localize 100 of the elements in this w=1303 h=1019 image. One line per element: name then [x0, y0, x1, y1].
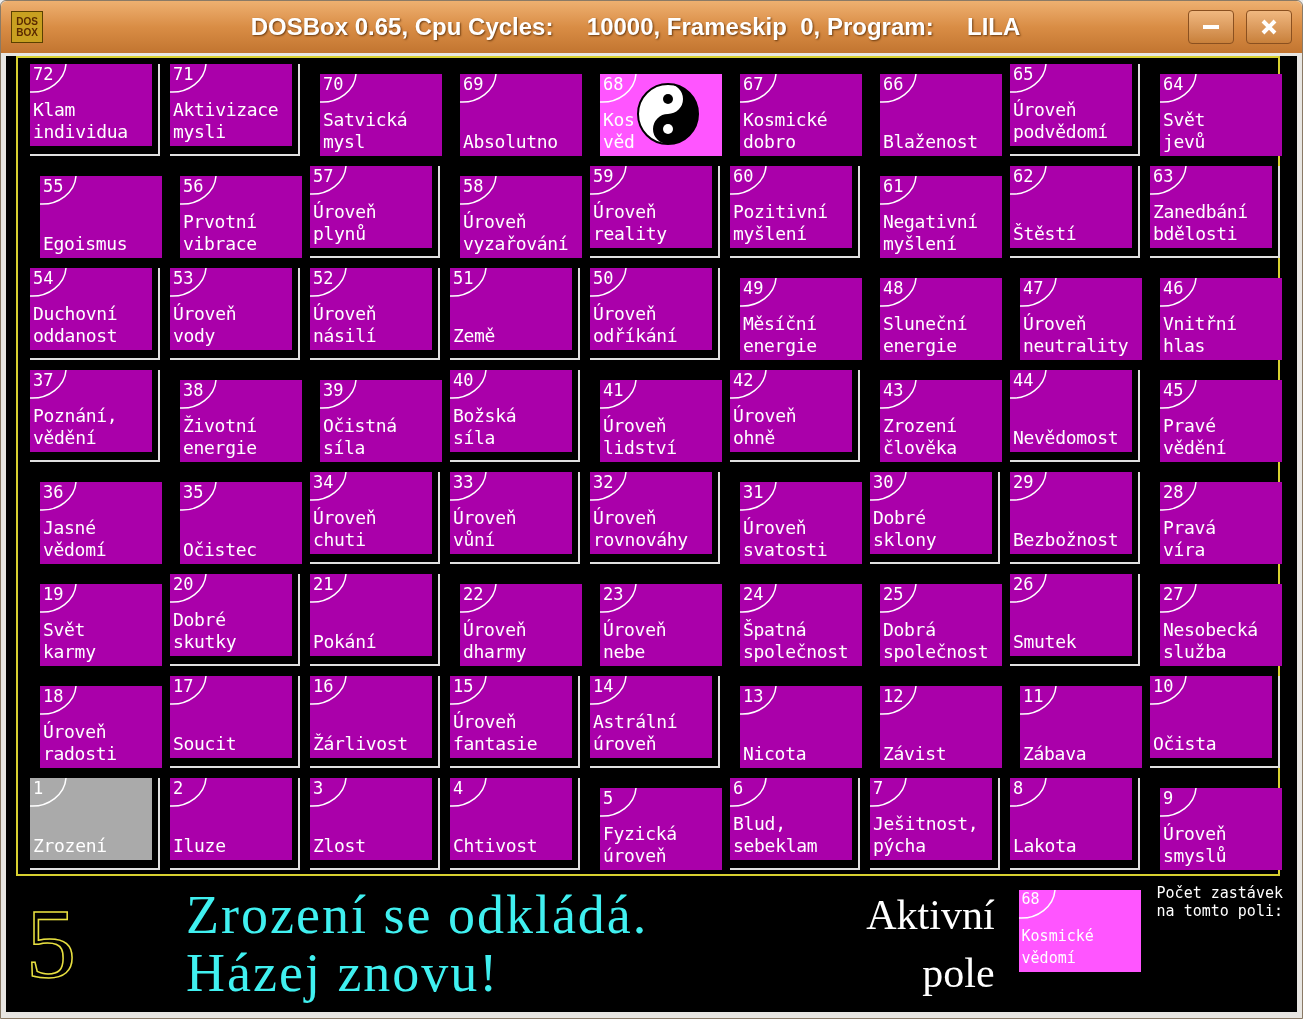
board-square[interactable]: 18 Úroveň radosti: [40, 686, 162, 768]
square-number: 46: [1163, 280, 1184, 297]
board-square[interactable]: 54 Duchovní oddanost: [30, 268, 152, 350]
board-square[interactable]: 50 Úroveň odříkání: [590, 268, 712, 350]
corner-arc: [1160, 482, 1198, 512]
board-square[interactable]: 8 Lakota: [1010, 778, 1132, 860]
board-square[interactable]: 52 Úroveň násilí: [310, 268, 432, 350]
board-square[interactable]: 71 Aktivizace mysli: [170, 64, 292, 146]
board-square[interactable]: 40 Božská síla: [450, 370, 572, 452]
close-button[interactable]: [1246, 10, 1292, 44]
board-square[interactable]: 11 Zábava: [1020, 686, 1142, 768]
board-square[interactable]: 43 Zrození člověka: [880, 380, 1002, 462]
board-square[interactable]: 15 Úroveň fantasie: [450, 676, 572, 758]
board-square[interactable]: 16 Žárlivost: [310, 676, 432, 758]
board-square[interactable]: 57 Úroveň plynů: [310, 166, 432, 248]
board-square[interactable]: 55 Egoismus: [40, 176, 162, 258]
board-square[interactable]: 6 Blud, sebeklam: [730, 778, 852, 860]
board-square[interactable]: 17 Soucit: [170, 676, 292, 758]
board-square[interactable]: 49 Měsíční energie: [740, 278, 862, 360]
board-square[interactable]: 34 Úroveň chuti: [310, 472, 432, 554]
square-number: 39: [323, 382, 344, 399]
board-square[interactable]: 25 Dobrá společnost: [880, 584, 1002, 666]
board-square[interactable]: 37 Poznání, vědění: [30, 370, 152, 452]
board-square[interactable]: 27 Nesobecká služba: [1160, 584, 1282, 666]
board-square[interactable]: 41 Úroveň lidství: [600, 380, 722, 462]
board-square[interactable]: 31 Úroveň svatosti: [740, 482, 862, 564]
board-square[interactable]: 13 Nicota: [740, 686, 862, 768]
square-label: Negativní: [883, 211, 979, 233]
square-label: Úroveň: [463, 211, 528, 233]
board-square[interactable]: 32 Úroveň rovnováhy: [590, 472, 712, 554]
board-square[interactable]: 70 Satvická mysl: [320, 74, 442, 156]
board-square[interactable]: 38 Životní energie: [180, 380, 302, 462]
board-square[interactable]: 60 Pozitivní myšlení: [730, 166, 852, 248]
square-number: 26: [1013, 576, 1034, 593]
board-square[interactable]: 45 Pravé vědění: [1160, 380, 1282, 462]
board-square[interactable]: 56 Prvotní vibrace: [180, 176, 302, 258]
board-square[interactable]: 47 Úroveň neutrality: [1020, 278, 1142, 360]
board-square[interactable]: 33 Úroveň vůní: [450, 472, 572, 554]
window-title: DOSBox 0.65, Cpu Cycles: 10000, Frameskip 0, Program: LILA: [249, 12, 1022, 42]
board-square[interactable]: 66 Blaženost: [880, 74, 1002, 156]
corner-arc: [1160, 788, 1198, 818]
board-square[interactable]: 67 Kosmické dobro: [740, 74, 862, 156]
board-square[interactable]: 35 Očistec: [180, 482, 302, 564]
square-label: Očistec: [183, 539, 258, 561]
board-square[interactable]: 7 Ješitnost, pýcha: [870, 778, 992, 860]
square-label: Pravá: [1163, 517, 1217, 539]
corner-arc: [880, 176, 918, 206]
board-square[interactable]: 3 Zlost: [310, 778, 432, 860]
board-square[interactable]: 5 Fyzická úroveň: [600, 788, 722, 870]
square-label: bdělosti: [1153, 223, 1239, 245]
board-square[interactable]: 21 Pokání: [310, 574, 432, 656]
board-square[interactable]: 69 Absolutno: [460, 74, 582, 156]
dice-number: 5: [26, 894, 77, 994]
board-square[interactable]: 39 Očistná síla: [320, 380, 442, 462]
board-square[interactable]: 9 Úroveň smyslů: [1160, 788, 1282, 870]
board-square[interactable]: 58 Úroveň vyzařování: [460, 176, 582, 258]
square-number: 54: [33, 270, 54, 287]
board-square[interactable]: 10 Očista: [1150, 676, 1272, 758]
board-square[interactable]: 23 Úroveň nebe: [600, 584, 722, 666]
square-number: 23: [603, 586, 624, 603]
corner-arc: [1160, 74, 1198, 104]
square-label: skutky: [173, 631, 238, 653]
board-square[interactable]: 28 Pravá víra: [1160, 482, 1282, 564]
board-square[interactable]: 19 Svět karmy: [40, 584, 162, 666]
square-label: Úroveň: [593, 303, 658, 325]
board-square[interactable]: 48 Sluneční energie: [880, 278, 1002, 360]
board-square[interactable]: 59 Úroveň reality: [590, 166, 712, 248]
corner-arc: [170, 778, 208, 808]
corner-arc: [310, 472, 348, 502]
board-square[interactable]: 4 Chtivost: [450, 778, 572, 860]
status-message: Házej znovu!: [186, 944, 501, 1002]
board-square[interactable]: 22 Úroveň dharmy: [460, 584, 582, 666]
board-square[interactable]: 14 Astrální úroveň: [590, 676, 712, 758]
board-square[interactable]: 2 Iluze: [170, 778, 292, 860]
board-square[interactable]: 62 Štěstí: [1010, 166, 1132, 248]
board-square[interactable]: 24 Špatná společnost: [740, 584, 862, 666]
square-number: 38: [183, 382, 204, 399]
board-square[interactable]: 12 Závist: [880, 686, 1002, 768]
board-square[interactable]: 46 Vnitřní hlas: [1160, 278, 1282, 360]
minimize-button[interactable]: [1188, 10, 1234, 44]
square-number: 63: [1153, 168, 1174, 185]
board-square[interactable]: 61 Negativní myšlení: [880, 176, 1002, 258]
board-square[interactable]: 36 Jasné vědomí: [40, 482, 162, 564]
board-square[interactable]: 26 Smutek: [1010, 574, 1132, 656]
board-square[interactable]: 65 Úroveň podvědomí: [1010, 64, 1132, 146]
board-square[interactable]: 64 Svět jevů: [1160, 74, 1282, 156]
board-square[interactable]: 29 Bezbožnost: [1010, 472, 1132, 554]
board-square[interactable]: 44 Nevědomost: [1010, 370, 1132, 452]
board-square[interactable]: 63 Zanedbání bdělosti: [1150, 166, 1272, 248]
square-number: 35: [183, 484, 204, 501]
board-square[interactable]: 20 Dobré skutky: [170, 574, 292, 656]
board-square[interactable]: 42 Úroveň ohně: [730, 370, 852, 452]
board-square[interactable]: 30 Dobré sklony: [870, 472, 992, 554]
square-number: 24: [743, 586, 764, 603]
corner-arc: [740, 278, 778, 308]
board-square[interactable]: 51 Země: [450, 268, 572, 350]
square-number: 3: [313, 780, 324, 797]
board-square[interactable]: 72 Klam individua: [30, 64, 152, 146]
corner-arc: [880, 584, 918, 614]
board-square[interactable]: 53 Úroveň vody: [170, 268, 292, 350]
